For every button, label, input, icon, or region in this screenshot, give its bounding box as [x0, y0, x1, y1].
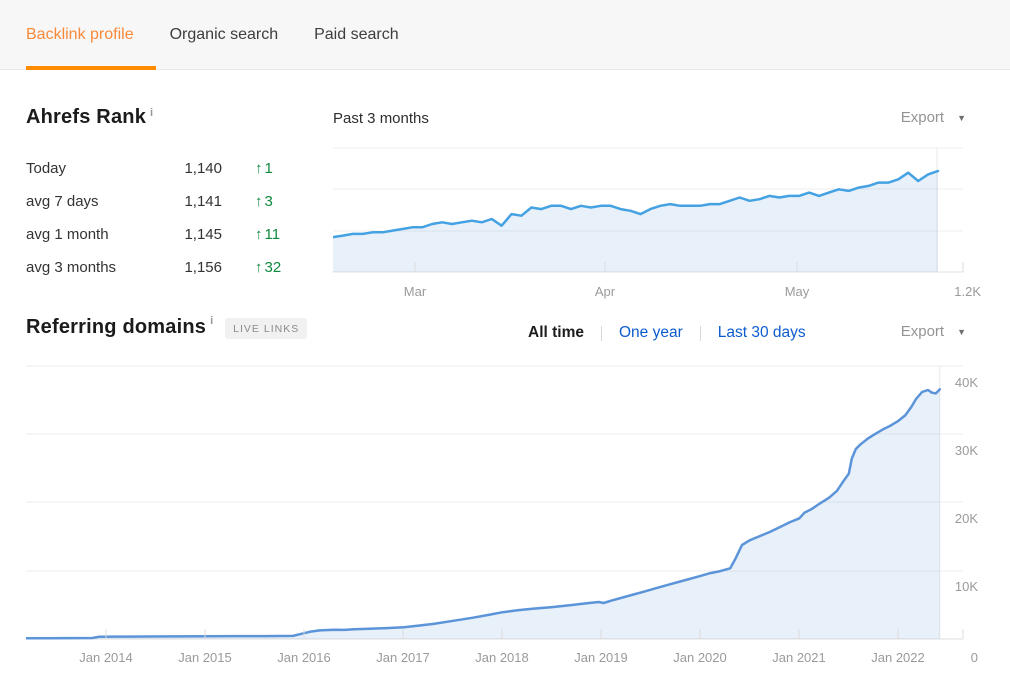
ahrefs-rank-title: Ahrefs Rank i: [26, 106, 153, 129]
up-arrow-icon: ↑: [255, 259, 263, 276]
rank-row-label: avg 1 month: [26, 226, 156, 243]
svg-text:10K: 10K: [955, 579, 978, 594]
tab-bar: Backlink profile Organic search Paid sea…: [0, 0, 1010, 70]
export-button[interactable]: Export ▼: [901, 109, 966, 126]
tab-organic-search[interactable]: Organic search: [170, 26, 279, 44]
svg-text:1.2K: 1.2K: [954, 284, 981, 299]
ahrefs-rank-table: Today 1,140 ↑1 avg 7 days 1,141 ↑3 avg 1…: [26, 152, 336, 284]
svg-text:Jan 2022: Jan 2022: [871, 650, 925, 665]
rank-chart-svg: Mar Apr May 1.2K: [333, 146, 983, 300]
range-all-time[interactable]: All time: [528, 324, 584, 342]
svg-text:30K: 30K: [955, 443, 978, 458]
rank-delta-value: 32: [265, 259, 282, 276]
chevron-down-icon: ▼: [957, 327, 966, 337]
referring-domains-heading: Referring domains: [26, 316, 206, 339]
live-links-badge: LIVE LINKS: [225, 318, 307, 339]
ahrefs-rank-chart[interactable]: Mar Apr May 1.2K: [333, 146, 983, 300]
up-arrow-icon: ↑: [255, 193, 263, 210]
svg-text:Mar: Mar: [404, 284, 427, 299]
svg-text:Jan 2021: Jan 2021: [772, 650, 826, 665]
rank-delta-value: 3: [265, 193, 273, 210]
rank-delta-value: 1: [265, 160, 273, 177]
rank-row-avg-7-days: avg 7 days 1,141 ↑3: [26, 185, 336, 218]
range-one-year[interactable]: One year: [619, 324, 683, 342]
svg-text:Jan 2019: Jan 2019: [574, 650, 628, 665]
rank-delta-value: 11: [265, 226, 281, 243]
ahrefs-rank-heading: Ahrefs Rank: [26, 106, 146, 128]
svg-text:May: May: [785, 284, 810, 299]
rank-row-label: avg 3 months: [26, 259, 156, 276]
svg-text:Jan 2015: Jan 2015: [178, 650, 232, 665]
export-button[interactable]: Export ▼: [901, 323, 966, 340]
up-arrow-icon: ↑: [255, 160, 263, 177]
rank-row-avg-1-month: avg 1 month 1,145 ↑11: [26, 218, 336, 251]
info-icon[interactable]: i: [210, 315, 213, 327]
rank-row-label: avg 7 days: [26, 193, 156, 210]
svg-text:0: 0: [971, 650, 978, 665]
tab-backlink-profile[interactable]: Backlink profile: [26, 26, 134, 44]
svg-text:Jan 2018: Jan 2018: [475, 650, 529, 665]
rank-row-delta: ↑1: [222, 160, 336, 177]
rank-row-value: 1,140: [156, 160, 222, 177]
rank-row-delta: ↑32: [222, 259, 336, 276]
svg-text:40K: 40K: [955, 375, 978, 390]
rank-row-label: Today: [26, 160, 156, 177]
info-icon[interactable]: i: [150, 107, 153, 119]
export-label: Export: [901, 323, 944, 340]
svg-text:Jan 2017: Jan 2017: [376, 650, 430, 665]
referring-domains-header: Referring domains i LIVE LINKS: [26, 316, 307, 339]
separator: [601, 326, 602, 341]
referring-domains-chart[interactable]: Jan 2014 Jan 2015 Jan 2016 Jan 2017 Jan 2018…: [26, 365, 983, 667]
rank-row-value: 1,141: [156, 193, 222, 210]
rank-row-value: 1,145: [156, 226, 222, 243]
up-arrow-icon: ↑: [255, 226, 263, 243]
svg-text:20K: 20K: [955, 511, 978, 526]
svg-text:Jan 2016: Jan 2016: [277, 650, 331, 665]
export-label: Export: [901, 109, 944, 126]
rank-row-delta: ↑3: [222, 193, 336, 210]
range-last-30-days[interactable]: Last 30 days: [718, 324, 806, 342]
svg-text:Jan 2020: Jan 2020: [673, 650, 727, 665]
rank-row-value: 1,156: [156, 259, 222, 276]
active-tab-indicator: [26, 66, 156, 70]
separator: [700, 326, 701, 341]
rank-chart-period-label: Past 3 months: [333, 110, 429, 127]
rank-row-delta: ↑11: [222, 226, 336, 243]
tab-paid-search[interactable]: Paid search: [314, 26, 399, 44]
svg-text:Apr: Apr: [595, 284, 616, 299]
referring-domains-chart-svg: Jan 2014 Jan 2015 Jan 2016 Jan 2017 Jan 2018…: [26, 365, 983, 667]
rank-row-today: Today 1,140 ↑1: [26, 152, 336, 185]
time-range-selector: All time One year Last 30 days: [528, 322, 806, 344]
svg-text:Jan 2014: Jan 2014: [79, 650, 133, 665]
rank-row-avg-3-months: avg 3 months 1,156 ↑32: [26, 251, 336, 284]
chevron-down-icon: ▼: [957, 113, 966, 123]
